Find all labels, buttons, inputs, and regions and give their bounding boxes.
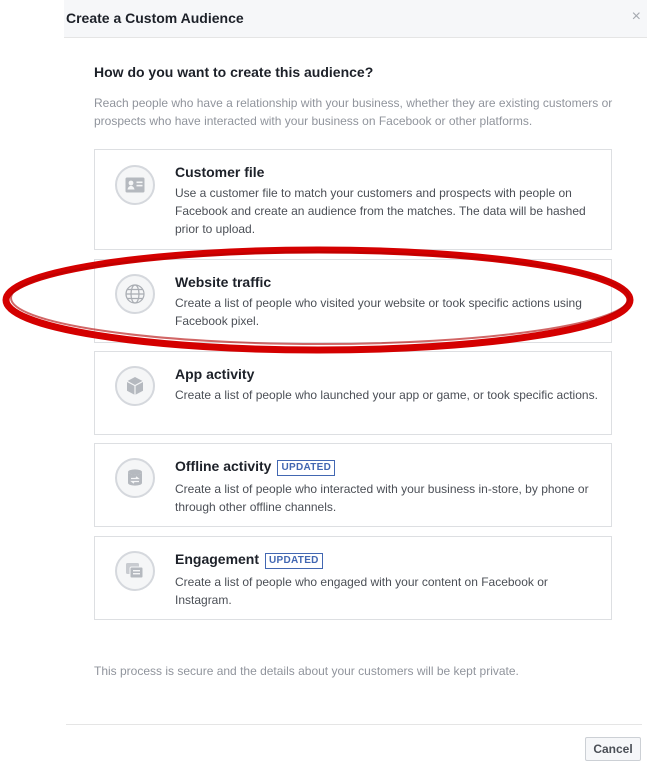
cube-icon [115,366,155,406]
option-description: Create a list of people who engaged with… [175,575,548,607]
dialog-header: Create a Custom Audience × [64,0,647,38]
database-sync-icon [115,458,155,498]
updated-badge: UPDATED [265,553,323,569]
dialog-title: Create a Custom Audience [66,10,244,26]
option-title: Website traffic [175,274,272,290]
option-description: Create a list of people who interacted w… [175,482,589,514]
option-app-activity[interactable]: App activity Create a list of people who… [94,351,612,435]
option-description: Create a list of people who visited your… [175,296,582,328]
cancel-button[interactable]: Cancel [585,737,641,761]
contact-card-icon [115,165,155,205]
option-description: Create a list of people who launched you… [175,388,598,402]
option-title-row: Offline activity UPDATED [175,458,336,476]
option-title-row: Engagement UPDATED [175,551,323,569]
privacy-note: This process is secure and the details a… [94,664,519,678]
option-title: Offline activity [175,458,272,474]
option-title: App activity [175,366,255,382]
option-engagement[interactable]: Engagement UPDATED Create a list of peopl… [94,536,612,620]
option-title: Customer file [175,164,265,180]
question-heading: How do you want to create this audience? [94,64,374,80]
updated-badge: UPDATED [277,460,336,476]
option-description: Use a customer file to match your custom… [175,186,586,236]
close-icon[interactable]: × [632,8,641,26]
option-website-traffic[interactable]: Website traffic Create a list of people … [94,259,612,343]
option-offline-activity[interactable]: Offline activity UPDATED Create a list of… [94,443,612,527]
footer-divider [66,724,642,725]
option-title: Engagement [175,551,260,567]
globe-icon [115,274,155,314]
custom-audience-dialog: Create a Custom Audience × How do you wa… [64,0,647,773]
option-customer-file[interactable]: Customer file Use a customer file to mat… [94,149,612,250]
intro-text: Reach people who have a relationship wit… [94,96,613,128]
stacked-cards-icon [115,551,155,591]
